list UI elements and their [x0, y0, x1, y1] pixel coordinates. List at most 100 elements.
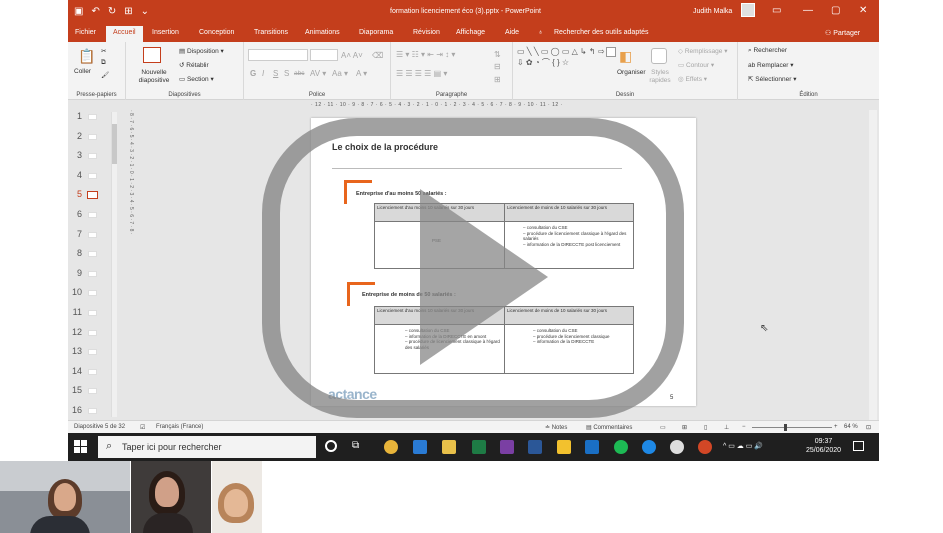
slide-thumbnail[interactable]: 2	[68, 128, 108, 148]
section-button[interactable]: ▭ Section ▾	[179, 75, 214, 83]
font-size-input[interactable]	[310, 49, 338, 61]
select-button[interactable]: ⇱ Sélectionner ▾	[748, 75, 796, 83]
slide-thumbnail[interactable]: 15	[68, 382, 108, 402]
slide-thumbnail[interactable]: 16	[68, 402, 108, 422]
avatar[interactable]	[741, 3, 755, 17]
slide-scrollbar[interactable]	[869, 110, 877, 420]
slide-preview[interactable]	[88, 310, 97, 316]
slide-preview[interactable]	[88, 231, 97, 238]
zoom-slider[interactable]	[752, 427, 832, 428]
word-icon[interactable]	[528, 440, 542, 454]
slide-thumbnail[interactable]: 5	[68, 186, 108, 206]
slide-preview[interactable]	[88, 172, 97, 179]
spacing-icon[interactable]: AV ▾	[310, 69, 326, 78]
tab-aide[interactable]: Aide	[505, 29, 519, 36]
shape-fill-button[interactable]: ◇ Remplissage ▾	[678, 47, 727, 55]
tab-insertion[interactable]: Insertion	[152, 29, 179, 36]
powerpoint-icon[interactable]	[698, 440, 712, 454]
new-slide-button[interactable]: Nouvelle diapositive	[136, 69, 172, 85]
slide-thumbnail[interactable]: 7	[68, 226, 108, 246]
slide-thumbnail[interactable]: 12	[68, 324, 108, 344]
slide-preview[interactable]	[88, 133, 97, 140]
language[interactable]: Français (France)	[156, 424, 203, 430]
align-icons[interactable]: ☰ ☰ ☰ ☰ ▤ ▾	[396, 69, 447, 78]
bullets-icon[interactable]: ☰ ▾ ☷ ▾ ⇤ ⇥ ↕ ▾	[396, 50, 455, 59]
slide-preview[interactable]	[88, 408, 97, 414]
cortana-icon[interactable]	[325, 440, 337, 452]
paste-button[interactable]: Coller	[74, 68, 91, 75]
shapes-scroll[interactable]	[606, 47, 616, 57]
shapes-gallery[interactable]: ▭ ╲ ╲ ▭ ◯ ▭ △ ↳ ↰ ⇨ ⇩ ✿ ◔ ⌒ { } ☆	[517, 46, 607, 68]
tab-animations[interactable]: Animations	[305, 29, 340, 36]
smartart-icon[interactable]: ⊞	[494, 75, 501, 84]
user-name[interactable]: Judith Malka	[693, 8, 732, 15]
minimize-icon[interactable]: —	[803, 5, 813, 17]
reading-view-icon[interactable]: ▯	[704, 424, 707, 431]
task-view-icon[interactable]: ⧉	[352, 440, 366, 454]
slide-thumbnail[interactable]: 8	[68, 245, 108, 265]
tell-me-search[interactable]: Rechercher des outils adaptés	[554, 29, 649, 36]
replace-button[interactable]: ab Remplacer ▾	[748, 61, 794, 69]
arrange-icon[interactable]: ◧	[619, 48, 632, 65]
tab-affichage[interactable]: Affichage	[456, 29, 485, 36]
zoom-slider-thumb[interactable]	[784, 424, 787, 431]
share-button[interactable]: ⚇ Partager	[825, 29, 860, 37]
taskbar-clock[interactable]: 09:37 25/06/2020	[806, 437, 841, 455]
edge-icon[interactable]	[642, 440, 656, 454]
format-painter-icon[interactable]: 🖌	[101, 71, 109, 79]
slide-thumbnail[interactable]: 6	[68, 206, 108, 226]
slide-thumbnail[interactable]: 13	[68, 343, 108, 363]
save-icon[interactable]: ▣	[74, 6, 83, 18]
notes-button[interactable]: ≐ Notes	[545, 424, 567, 431]
slide-preview[interactable]	[88, 212, 97, 218]
scroll-thumb[interactable]	[112, 124, 117, 164]
tab-accueil[interactable]: Accueil	[106, 26, 143, 42]
strikethrough-button[interactable]: abc	[294, 70, 304, 77]
spotify-icon[interactable]	[614, 440, 628, 454]
windows-start-icon[interactable]	[74, 440, 88, 454]
redo-icon[interactable]: ↻	[108, 6, 116, 18]
normal-view-icon[interactable]: ▭	[660, 424, 666, 431]
layout-button[interactable]: ▤ Disposition ▾	[179, 47, 224, 55]
slide-thumbnail[interactable]: 3	[68, 147, 108, 167]
reset-button[interactable]: ↺ Rétablir	[179, 61, 209, 69]
font-color-icon[interactable]: A ▾	[356, 69, 367, 78]
slide-preview[interactable]	[88, 251, 97, 258]
slide-thumbnail[interactable]: 10	[68, 284, 108, 304]
find-button[interactable]: ⌕ Rechercher	[748, 47, 787, 55]
slide-preview[interactable]	[88, 153, 97, 160]
tab-fichier[interactable]: Fichier	[75, 29, 96, 36]
align-text-icon[interactable]: ⊟	[494, 62, 501, 71]
slide-thumbnail[interactable]: 14	[68, 363, 108, 383]
fit-slide-icon[interactable]: ⊡	[866, 424, 871, 431]
restore-icon[interactable]: ▢	[831, 5, 840, 17]
arrange-button[interactable]: Organiser	[617, 69, 646, 76]
bold-button[interactable]: G	[250, 69, 256, 78]
play-icon[interactable]	[420, 189, 548, 365]
slide-preview[interactable]	[88, 349, 97, 356]
slide-preview[interactable]	[88, 270, 97, 277]
slide-preview[interactable]	[88, 114, 97, 120]
slide-thumbnail[interactable]: 11	[68, 304, 108, 324]
clear-format-icon[interactable]: ⌫	[372, 51, 383, 60]
slide-preview[interactable]	[88, 388, 97, 395]
tab-conception[interactable]: Conception	[199, 29, 234, 36]
comments-button[interactable]: ▤ Commentaires	[586, 424, 632, 431]
slide-thumbnail[interactable]: 1	[68, 108, 108, 128]
presentation-icon[interactable]: ⊞	[124, 6, 132, 18]
grow-font-icon[interactable]: A˄ A˅	[341, 51, 363, 60]
new-slide-icon[interactable]	[143, 47, 161, 63]
italic-button[interactable]: I	[262, 69, 264, 78]
underline-button[interactable]: S	[273, 69, 278, 78]
notification-icon[interactable]	[853, 441, 864, 451]
customize-icon[interactable]: ⌄	[141, 6, 149, 18]
chrome-icon[interactable]	[384, 440, 398, 454]
quick-styles-button[interactable]: Styles rapides	[647, 69, 673, 85]
mail-icon[interactable]	[413, 440, 427, 454]
tab-revision[interactable]: Révision	[413, 29, 440, 36]
close-icon[interactable]: ✕	[859, 5, 867, 17]
tab-diaporama[interactable]: Diaporama	[359, 29, 393, 36]
font-name-input[interactable]	[248, 49, 308, 61]
file-explorer-icon[interactable]	[442, 440, 456, 454]
shape-effects-button[interactable]: ◎ Effets ▾	[678, 75, 707, 83]
